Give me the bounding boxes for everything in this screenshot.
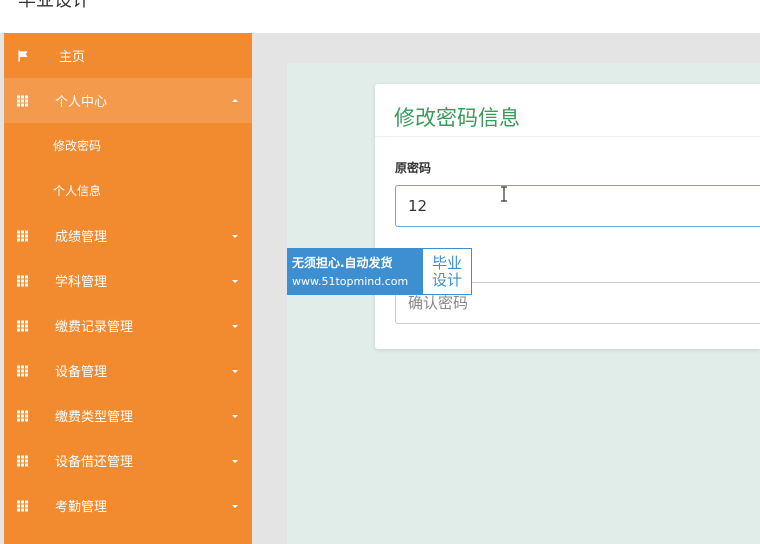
sidebar-item-label: 考勤管理 [55,500,108,515]
grid-icon [17,455,29,466]
title-divider [375,136,760,137]
sidebar-item-equipment-management[interactable]: 设备管理 [4,348,252,393]
sidebar-item-label: 缴费记录管理 [55,320,134,335]
watermark-url: www.51topmind.com [292,274,409,288]
grid-icon [17,320,29,331]
sidebar-item-payment-records[interactable]: 缴费记录管理 [4,303,252,348]
old-password-input[interactable] [395,185,760,227]
sidebar-item-equipment-borrowing[interactable]: 设备借还管理 [4,438,252,483]
sidebar-item-label: 个人中心 [55,95,108,110]
chevron-down-icon [232,234,238,238]
page-title: 修改密码信息 [394,106,520,130]
sidebar-item-label: 成绩管理 [55,230,108,245]
sidebar-item-grade-management[interactable]: 成绩管理 [4,213,252,258]
sidebar-item-label: 学科管理 [55,275,108,290]
sidebar-item-label: 设备管理 [55,365,108,380]
sidebar-subitem-label: 个人信息 [53,184,102,198]
chevron-down-icon [232,459,238,463]
sidebar: 主页 个人中心 修改密码 个人信息 成绩管理 学科管理 缴费记录管理 设备管理 … [4,33,252,544]
grid-icon [17,95,29,106]
sidebar-item-home[interactable]: 主页 [4,33,252,78]
top-header: 毕业设计 [0,0,760,33]
grid-icon [17,230,29,241]
grid-icon [17,275,29,286]
sidebar-item-label: 主页 [59,50,86,65]
chevron-up-icon [232,98,238,102]
watermark-badge-line1: 毕业 [431,253,462,272]
sidebar-item-label: 缴费类型管理 [55,410,134,425]
sidebar-subitem-personal-info[interactable]: 个人信息 [4,168,252,213]
sidebar-subitem-label: 修改密码 [53,139,102,153]
watermark-text: 无须担心.自动发货 www.51topmind.com [288,249,423,294]
sidebar-item-attendance[interactable]: 考勤管理 [4,483,252,528]
chevron-down-icon [232,504,238,508]
sidebar-subitem-change-password[interactable]: 修改密码 [4,123,252,168]
sidebar-item-personal-center[interactable]: 个人中心 [4,78,252,123]
watermark-slogan: 无须担心.自动发货 [292,255,393,270]
app-title: 毕业设计 [18,0,90,11]
chevron-down-icon [232,279,238,283]
chevron-down-icon [232,369,238,373]
sidebar-item-subject-management[interactable]: 学科管理 [4,258,252,303]
flag-icon [18,50,28,61]
chevron-down-icon [232,414,238,418]
watermark: 无须担心.自动发货 www.51topmind.com 毕业 设计 [288,249,471,294]
chevron-down-icon [232,324,238,328]
old-password-label: 原密码 [395,161,432,175]
watermark-badge-line2: 设计 [431,270,462,289]
grid-icon [17,365,29,376]
change-password-card: 修改密码信息 原密码 [375,84,760,349]
sidebar-item-payment-types[interactable]: 缴费类型管理 [4,393,252,438]
text-cursor-icon [501,186,507,202]
grid-icon [17,410,29,421]
sidebar-item-label: 设备借还管理 [55,455,134,470]
grid-icon [17,500,29,511]
watermark-badge: 毕业 设计 [423,249,471,294]
